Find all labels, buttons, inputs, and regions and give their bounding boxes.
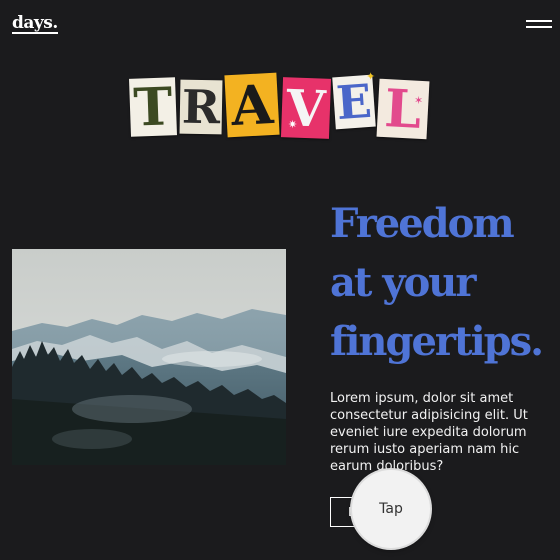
travel-title-collage: T R A V E L ✦ ✶ ✷ (128, 70, 433, 142)
travel-letter-tile: R (179, 79, 223, 135)
travel-letter-tile: L (376, 78, 430, 140)
headline-line: at your (330, 259, 476, 306)
travel-letter-tile: T (129, 76, 177, 138)
menu-line (526, 20, 552, 22)
headline-line: Freedom (330, 200, 515, 247)
headline-line: fingertips. (330, 318, 544, 365)
hero-headline: Freedom at your fingertips. (330, 194, 555, 371)
hero-description: Lorem ipsum, dolor sit amet consectetur … (330, 391, 528, 474)
brand-logo[interactable]: days. (12, 14, 58, 34)
hamburger-menu-icon[interactable] (526, 18, 554, 32)
menu-line (526, 26, 552, 28)
sparkle-icon: ✶ (414, 94, 424, 107)
mountain-forest-image (12, 249, 286, 465)
tap-indicator[interactable]: Tap (352, 470, 430, 548)
sparkle-icon: ✦ (366, 70, 376, 83)
travel-letter-tile: A (224, 72, 280, 138)
misty-mountain-forest-photo (12, 249, 286, 465)
sparkle-icon: ✷ (288, 118, 298, 131)
